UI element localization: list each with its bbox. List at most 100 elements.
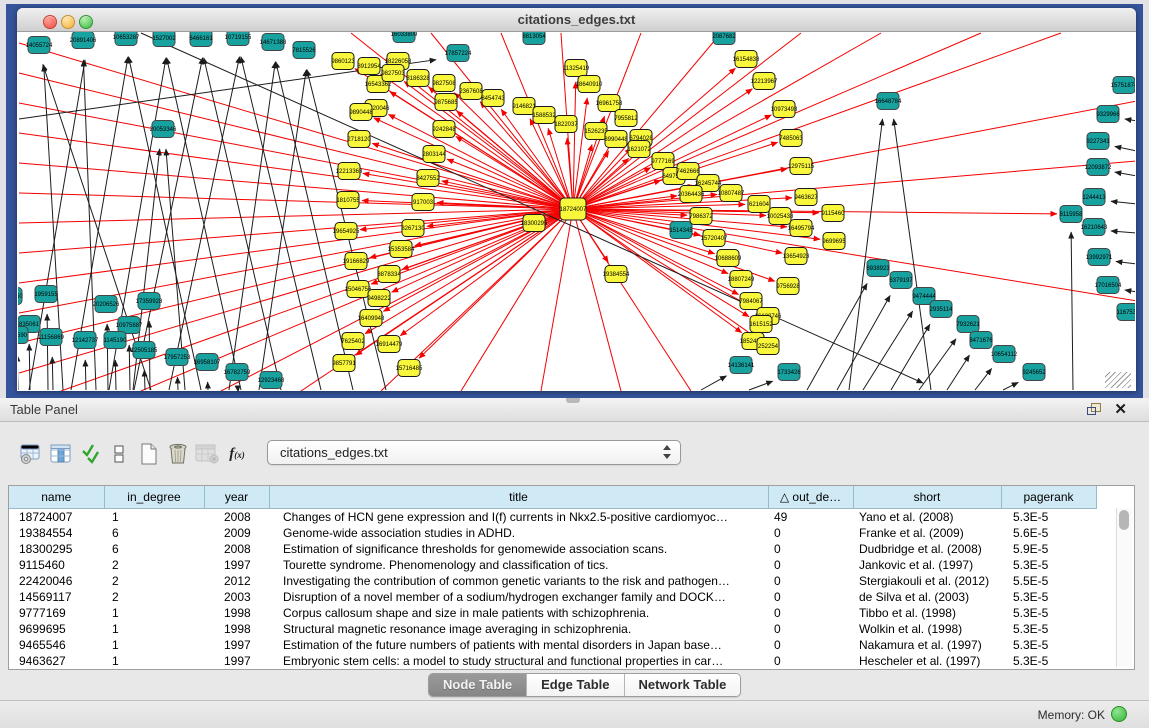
table-cell: Disruption of a novel member of a sodium… <box>269 589 768 605</box>
graph-node-label: 1615152 <box>749 322 773 328</box>
table-cell: Yano et al. (2008) <box>853 509 1001 526</box>
table-settings-button[interactable] <box>16 438 46 470</box>
graph-node-label: 11156869 <box>38 335 64 341</box>
table-cell: Nakamura et al. (1997) <box>853 637 1001 653</box>
graph-node-label: 12213967 <box>751 79 778 85</box>
table-cell: 9465546 <box>9 637 104 653</box>
graph-node-label: 9857791 <box>332 361 356 367</box>
table-row[interactable]: 2242004622012Investigating the contribut… <box>9 573 1096 589</box>
table-row[interactable]: 1872400712008Changes of HCN gene express… <box>9 509 1096 526</box>
table-cell: 9463627 <box>9 653 104 669</box>
citation-edge <box>573 209 739 295</box>
table-selector[interactable]: citations_edges.txt <box>267 440 681 465</box>
table-cell: Dudbridge et al. (2008) <box>853 541 1001 557</box>
graph-node-label: 7984067 <box>739 299 763 305</box>
table-cell: 1997 <box>204 653 269 669</box>
graph-node-label: 1822037 <box>554 122 578 128</box>
table-cell: 9777169 <box>9 605 104 621</box>
column-header-pagerank[interactable]: pagerank <box>1001 486 1096 509</box>
table-row[interactable]: 1830029562008Estimation of significance … <box>9 541 1096 557</box>
citation-edge <box>541 209 573 391</box>
memory-status-label: Memory: OK <box>1038 708 1105 722</box>
graph-node-label: 8878334 <box>377 272 401 278</box>
column-header-indegree[interactable]: in_degree <box>104 486 204 509</box>
graph-node-label: 17359928 <box>136 299 163 305</box>
show-columns-button[interactable] <box>46 438 76 470</box>
table-cell: Tibbo et al. (1998) <box>853 605 1001 621</box>
graph-node-label: 18807249 <box>728 277 755 283</box>
table-cell: 1 <box>104 621 204 637</box>
graph-node-label: 11325419 <box>563 66 590 72</box>
tab-edge-table[interactable]: Edge Table <box>527 674 624 696</box>
table-panel-header: Table Panel ✕ <box>0 398 1149 422</box>
citation-edge <box>19 163 573 209</box>
graph-node-label: 9245652 <box>1022 370 1046 376</box>
column-header-year[interactable]: year <box>204 486 269 509</box>
table-scrollbar[interactable] <box>1116 508 1132 667</box>
table-row[interactable]: 911546021997Tourette syndrome. Phenomeno… <box>9 557 1096 573</box>
column-header-name[interactable]: name <box>9 486 104 509</box>
table-row[interactable]: 1456911722003Disruption of a novel membe… <box>9 589 1096 605</box>
window-title: citations_edges.txt <box>17 12 1136 27</box>
window-resize-grip[interactable] <box>1105 372 1131 388</box>
table-cell: 6 <box>104 525 204 541</box>
table-row[interactable]: 946554611997Estimation of the future num… <box>9 637 1096 653</box>
graph-node-label: 1733426 <box>777 370 801 376</box>
graph-node-label: 20891406 <box>70 38 97 44</box>
graph-node-label: 9756928 <box>776 284 800 290</box>
table-header-row: namein_degreeyeartitle△ out_de…shortpage… <box>9 486 1096 509</box>
graph-node-label: 7462666 <box>676 169 700 175</box>
table-cell: de Silva et al. (2003) <box>853 589 1001 605</box>
table-scrollbar-thumb[interactable] <box>1119 510 1129 530</box>
table-row[interactable]: 946362711997Embryonic stem cells: a mode… <box>9 653 1096 669</box>
reference-edge <box>1003 382 1018 390</box>
graph-node-label: 9463627 <box>794 195 818 201</box>
table-cell: 0 <box>768 589 853 605</box>
graph-node-label: 12142737 <box>72 338 99 344</box>
delete-column-button[interactable] <box>163 438 193 470</box>
table-cell: 5.9E-5 <box>1001 541 1096 557</box>
graph-node-label: 8813054 <box>522 34 546 40</box>
node-table-grid: namein_degreeyeartitle△ out_de…shortpage… <box>9 486 1097 669</box>
graph-node-label: 17857224 <box>445 51 472 57</box>
column-header-outde[interactable]: △ out_de… <box>768 486 853 509</box>
tab-node-table[interactable]: Node Table <box>429 674 527 696</box>
toggle-rows-button[interactable] <box>104 438 134 470</box>
table-cell: 0 <box>768 637 853 653</box>
table-cell: 2012 <box>204 573 269 589</box>
delete-table-button[interactable] <box>192 438 222 470</box>
splitter-handle[interactable] <box>566 398 580 403</box>
checkmarks-icon <box>80 443 102 465</box>
column-header-title[interactable]: title <box>269 486 768 509</box>
graph-node-label: 9242848 <box>432 127 456 133</box>
graph-node-label: 9777169 <box>651 159 675 165</box>
table-cell: 0 <box>768 605 853 621</box>
select-all-button[interactable] <box>76 438 106 470</box>
table-cell: 1 <box>104 653 204 669</box>
graph-node-label: 10654112 <box>991 352 1018 358</box>
float-panel-icon[interactable] <box>1087 403 1101 415</box>
citation-edge <box>19 209 573 373</box>
table-cell: Structural magnetic resonance image aver… <box>269 621 768 637</box>
table-row[interactable]: 969969511998Structural magnetic resonanc… <box>9 621 1096 637</box>
table-cell: 2 <box>104 573 204 589</box>
table-cell: 2 <box>104 589 204 605</box>
graph-node-label: 16210643 <box>1081 225 1108 231</box>
function-builder-button[interactable]: f(x) <box>222 438 252 470</box>
network-canvas[interactable]: 1405572420891406106532871527002646616110… <box>18 32 1135 391</box>
table-row[interactable]: 977716911998Corpus callosum shape and si… <box>9 605 1096 621</box>
reference-edge <box>134 58 203 390</box>
graph-node-label: 1244413 <box>1082 195 1106 201</box>
reference-edge <box>1125 290 1135 292</box>
table-row[interactable]: 1938455462009Genome-wide association stu… <box>9 525 1096 541</box>
table-cell: 0 <box>768 525 853 541</box>
graph-node-label: 9890448 <box>349 110 373 116</box>
graph-node-label: 9227341 <box>1086 139 1110 145</box>
graph-node-label: 6466161 <box>189 36 213 42</box>
close-panel-icon[interactable]: ✕ <box>1114 400 1127 418</box>
graph-node-label: 14055724 <box>26 43 53 49</box>
tab-network-table[interactable]: Network Table <box>625 674 741 696</box>
window-titlebar[interactable]: citations_edges.txt <box>17 8 1136 32</box>
column-header-short[interactable]: short <box>853 486 1001 509</box>
new-column-button[interactable] <box>134 438 164 470</box>
